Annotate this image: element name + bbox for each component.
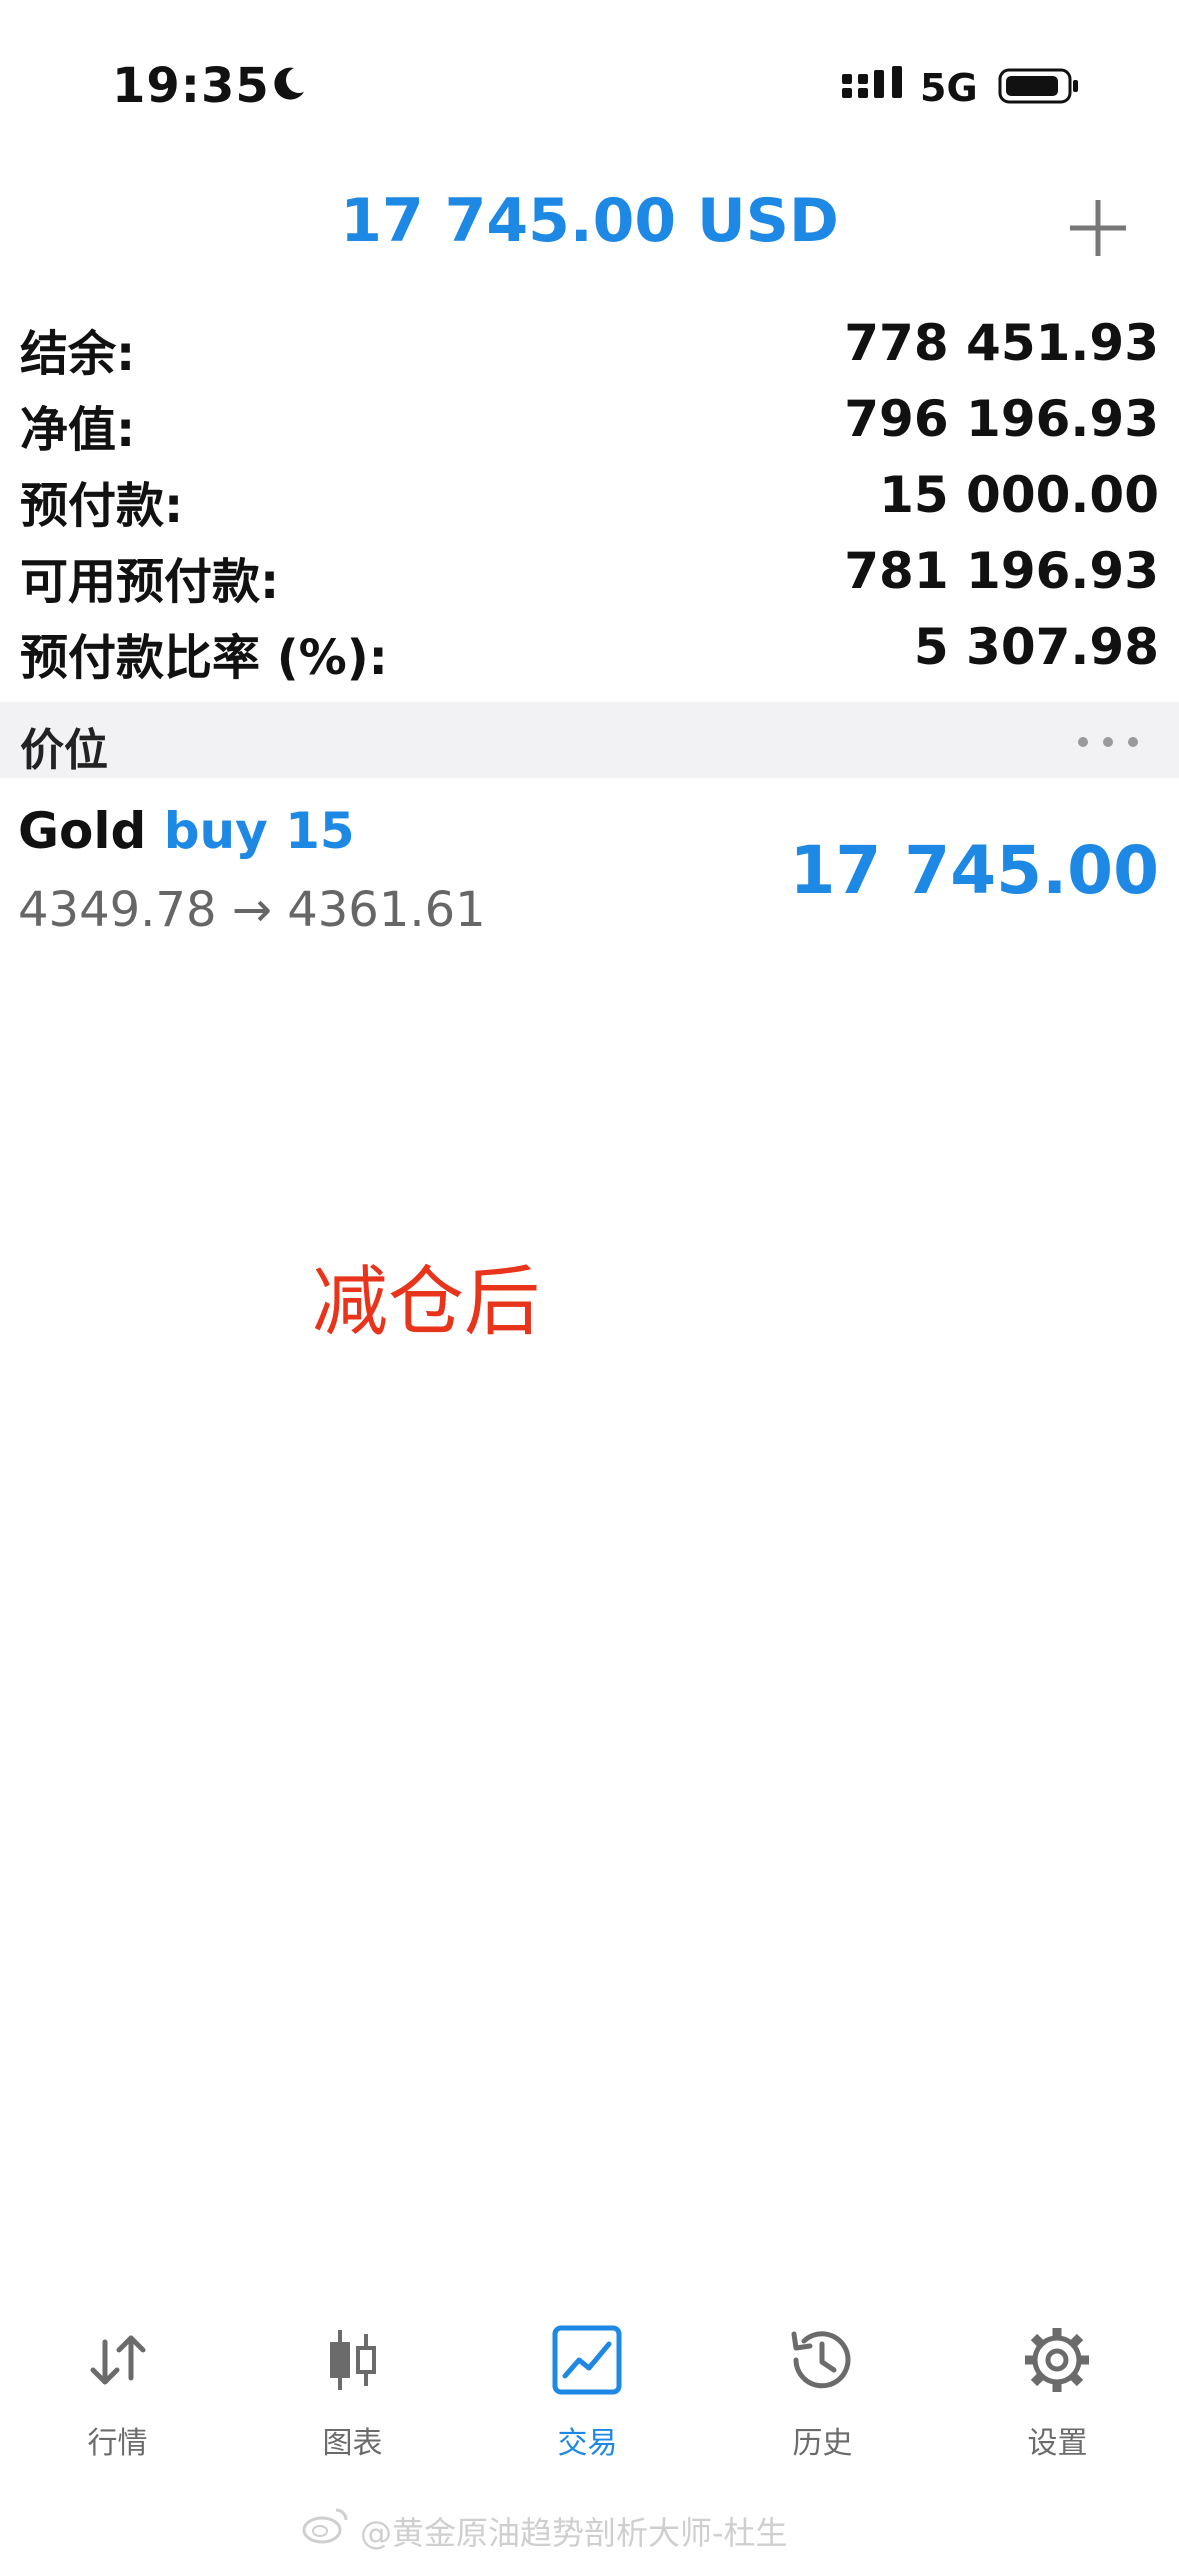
signal-icon: [842, 66, 902, 98]
summary-label: 预付款:: [20, 478, 184, 534]
summary-value: 781 196.93: [844, 542, 1159, 600]
summary-row-margin-level: 预付款比率 (%): 5 307.98: [0, 610, 1179, 686]
tab-history[interactable]: 历史: [705, 2320, 940, 2470]
more-options-icon[interactable]: [1073, 722, 1143, 762]
section-title: 价位: [20, 725, 108, 776]
position-symbol: Gold: [18, 802, 147, 860]
add-button[interactable]: [1062, 192, 1134, 264]
summary-label: 可用预付款:: [20, 554, 280, 610]
header-title: 17 745.00 USD: [340, 186, 839, 256]
network-type: 5G: [920, 66, 978, 110]
status-time: 19:35: [112, 58, 270, 114]
annotation-text: 减仓后: [312, 1257, 540, 1346]
summary-value: 5 307.98: [913, 618, 1159, 676]
tab-label: 设置: [1027, 2426, 1088, 2461]
summary-label: 预付款比率 (%):: [20, 630, 388, 686]
tab-label: 图表: [322, 2426, 383, 2461]
position-title[interactable]: Gold buy 15: [18, 802, 355, 860]
tab-label: 历史: [792, 2426, 853, 2461]
arrows-updown-icon: [90, 2335, 146, 2385]
tab-label: 交易: [557, 2426, 618, 2461]
tab-trade[interactable]: 交易: [470, 2320, 705, 2470]
tab-quotes[interactable]: 行情: [0, 2320, 235, 2470]
summary-label: 结余:: [20, 326, 136, 382]
tab-label: 行情: [87, 2426, 148, 2461]
summary-row-free-margin: 可用预付款: 781 196.93: [0, 534, 1179, 610]
summary-row-equity: 净值: 796 196.93: [0, 382, 1179, 458]
tab-settings[interactable]: 设置: [940, 2320, 1175, 2470]
history-icon: [791, 2331, 851, 2389]
positions-section-header: 价位: [0, 702, 1179, 778]
summary-value: 15 000.00: [879, 466, 1159, 524]
watermark-text: @黄金原油趋势剖析大师-杜生: [360, 2514, 788, 2552]
summary-value: 796 196.93: [844, 390, 1159, 448]
weibo-logo-icon: [302, 2508, 348, 2544]
summary-value: 778 451.93: [844, 314, 1159, 372]
summary-label: 净值:: [20, 402, 136, 458]
position-direction: buy 15: [163, 802, 355, 860]
trade-chart-icon: [552, 2325, 622, 2395]
summary-row-margin: 预付款: 15 000.00: [0, 458, 1179, 534]
tab-charts[interactable]: 图表: [235, 2320, 470, 2470]
candlestick-icon: [330, 2330, 376, 2390]
position-profit: 17 745.00: [789, 832, 1159, 909]
gear-icon: [1025, 2328, 1089, 2392]
summary-row-balance: 结余: 778 451.93: [0, 306, 1179, 382]
battery-icon: [998, 68, 1078, 104]
position-prices: 4349.78 → 4361.61: [18, 882, 486, 938]
moon-icon: [274, 67, 304, 100]
